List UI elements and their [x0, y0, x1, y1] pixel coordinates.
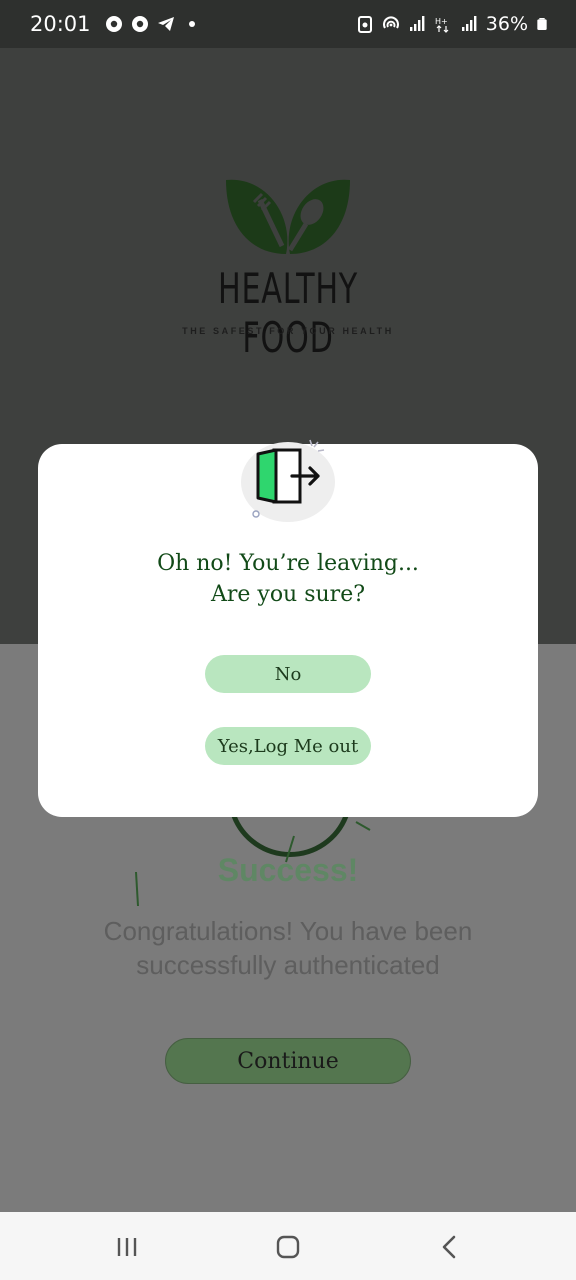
dialog-title-line2: Are you sure?: [210, 582, 366, 607]
logout-dialog: Oh no! You’re leaving... Are you sure? N…: [38, 439, 538, 817]
leaf-fork-spoon-icon: [226, 179, 350, 254]
home-icon[interactable]: [275, 1234, 301, 1260]
battery-icon: [537, 18, 547, 30]
logo-subtitle: THE SAFEST FOR YOUR HEALTH: [182, 326, 394, 336]
hotspot-icon: [382, 16, 399, 29]
signal-icon: [461, 16, 477, 31]
recent-apps-icon[interactable]: [114, 1234, 140, 1260]
no-button[interactable]: No: [205, 655, 371, 693]
status-left: 20:01: [30, 12, 201, 36]
continue-button[interactable]: Continue: [165, 1038, 411, 1084]
logout-door-icon: [241, 439, 335, 522]
yes-logout-button[interactable]: Yes,Log Me out: [205, 727, 371, 765]
status-time: 20:01: [30, 12, 91, 36]
chrome-icon: [131, 16, 148, 32]
dialog-title: Oh no! You’re leaving... Are you sure?: [38, 548, 538, 610]
dialog-title-line1: Oh no! You’re leaving...: [157, 551, 419, 576]
hplus-data-icon: H+: [435, 17, 449, 33]
signal-icon: [409, 16, 425, 31]
status-right: H+ 36%: [356, 13, 548, 35]
dot-icon: [188, 21, 195, 27]
battery-saver-icon: [357, 16, 372, 33]
telegram-icon: [157, 17, 174, 31]
back-icon[interactable]: [437, 1234, 463, 1260]
logo-title: HEALTHY FOOD: [218, 264, 358, 362]
success-message: Congratulations! You have been successfu…: [103, 916, 473, 980]
svg-text:H+: H+: [435, 17, 448, 26]
healthy-food-logo: HEALTHY FOOD THE SAFEST FOR YOUR HEALTH: [176, 176, 400, 362]
battery-percent: 36%: [485, 13, 528, 35]
chrome-icon: [105, 16, 122, 32]
status-bar: 20:01 H+ 36%: [0, 0, 576, 48]
navigation-bar: [0, 1212, 576, 1280]
